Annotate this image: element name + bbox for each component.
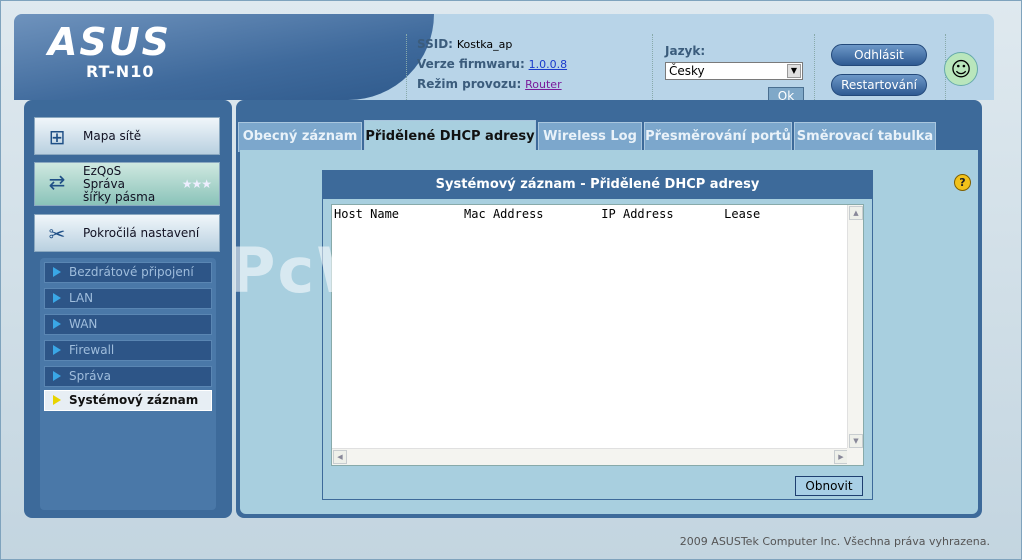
asus-logo: ASUS (48, 20, 172, 64)
dhcp-log-panel: Systémový záznam - Přidělené DHCP adresy… (322, 170, 873, 500)
ssid-label: SSID: (417, 37, 453, 51)
action-box: Odhlásit Restartování (814, 34, 946, 100)
network-map-icon: ⊞ (48, 125, 66, 149)
scroll-left-icon[interactable]: ◀ (333, 450, 347, 464)
tab-routing-table[interactable]: Směrovací tabulka (794, 122, 936, 152)
sidebar: ⊞ Mapa sítě ⇄ EzQoS Správa šířky pásma ★… (24, 100, 232, 518)
mode-link[interactable]: Router (525, 78, 561, 91)
firmware-label: Verze firmwaru: (417, 57, 525, 71)
triangle-right-icon (53, 267, 61, 277)
tab-general-log[interactable]: Obecný záznam (238, 122, 362, 152)
sidebar-item-system-log[interactable]: Systémový záznam (44, 390, 212, 411)
language-selected: Česky (669, 64, 705, 78)
language-label: Jazyk: (665, 44, 706, 58)
sidebar-item-label: Pokročilá nastavení (83, 226, 200, 240)
panel-title: Systémový záznam - Přidělené DHCP adresy (323, 171, 872, 199)
triangle-right-icon (53, 345, 61, 355)
sidebar-item-wireless[interactable]: Bezdrátové připojení (44, 262, 212, 283)
triangle-right-icon (53, 319, 61, 329)
help-icon[interactable]: ? (954, 174, 971, 191)
sidebar-item-administration[interactable]: Správa (44, 366, 212, 387)
router-info: SSID: Kostka_ap Verze firmwaru: 1.0.0.8 … (406, 34, 656, 100)
sidebar-item-wan[interactable]: WAN (44, 314, 212, 335)
mode-label: Režim provozu: (417, 77, 522, 91)
scroll-up-icon[interactable]: ▲ (849, 206, 863, 220)
horizontal-scrollbar[interactable]: ◀ ▶ (332, 448, 849, 465)
sidebar-item-advanced[interactable]: ✂ Pokročilá nastavení (34, 214, 220, 252)
tab-dhcp-leases[interactable]: Přidělené DHCP adresy (364, 120, 536, 152)
ok-button[interactable]: Ok (768, 87, 804, 100)
logo-panel: ASUS RT-N10 (14, 14, 434, 100)
sidebar-item-network-map[interactable]: ⊞ Mapa sítě (34, 117, 220, 155)
header: ASUS RT-N10 SSID: Kostka_ap Verze firmwa… (14, 14, 994, 100)
vertical-scrollbar[interactable]: ▲ ▼ (847, 205, 863, 449)
sidebar-item-lan[interactable]: LAN (44, 288, 212, 309)
sidebar-item-label: Mapa sítě (83, 129, 142, 143)
triangle-right-icon (53, 395, 61, 405)
qos-icon: ⇄ (48, 170, 66, 194)
scroll-right-icon[interactable]: ▶ (834, 450, 848, 464)
tab-wireless-log[interactable]: Wireless Log (538, 122, 642, 152)
sidebar-item-ezqos[interactable]: ⇄ EzQoS Správa šířky pásma ★★★ (34, 162, 220, 206)
copyright-footer: 2009 ASUSTek Computer Inc. Všechna práva… (679, 535, 990, 548)
model-name: RT-N10 (86, 62, 155, 81)
logout-button[interactable]: Odhlásit (831, 44, 927, 66)
avatar-icon: ☺ (944, 52, 978, 86)
sidebar-item-label: EzQoS Správa šířky pásma (83, 163, 156, 204)
log-textarea[interactable]: Host Name Mac Address IP Address Lease ▲… (331, 204, 864, 466)
scroll-down-icon[interactable]: ▼ (849, 434, 863, 448)
tools-icon: ✂ (48, 222, 66, 246)
language-select[interactable]: Česky ▼ (665, 62, 803, 80)
triangle-right-icon (53, 371, 61, 381)
chevron-down-icon[interactable]: ▼ (787, 64, 801, 78)
stars-icon: ★★★ (181, 177, 212, 191)
advanced-submenu: Bezdrátové připojení LAN WAN Firewall Sp… (40, 258, 216, 510)
log-column-headers: Host Name Mac Address IP Address Lease (334, 207, 761, 221)
scroll-corner (847, 448, 863, 465)
tab-port-forwarding[interactable]: Přesměrování portů (644, 122, 792, 152)
sidebar-item-firewall[interactable]: Firewall (44, 340, 212, 361)
language-box: Jazyk: Česky ▼ Ok (652, 34, 812, 100)
ssid-value: Kostka_ap (456, 38, 513, 51)
restart-button[interactable]: Restartování (831, 74, 927, 96)
refresh-button[interactable]: Obnovit (795, 476, 863, 496)
firmware-link[interactable]: 1.0.0.8 (529, 58, 567, 71)
triangle-right-icon (53, 293, 61, 303)
